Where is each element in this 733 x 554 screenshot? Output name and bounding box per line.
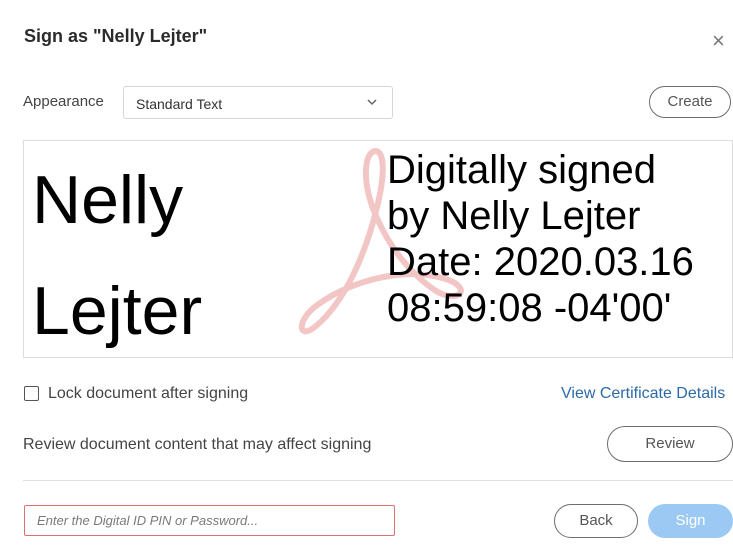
lock-document-label[interactable]: Lock document after signing	[48, 385, 248, 403]
signature-name-line-2: Lejter	[32, 272, 203, 349]
back-button[interactable]: Back	[554, 504, 638, 538]
pin-password-input[interactable]	[24, 505, 395, 536]
signature-detail-line: Date: 2020.03.16	[387, 240, 694, 284]
sign-button[interactable]: Sign	[648, 504, 733, 538]
divider	[23, 480, 733, 481]
signature-detail-line: by Nelly Lejter	[387, 194, 641, 238]
dialog-title: Sign as "Nelly Lejter"	[24, 26, 208, 46]
appearance-select[interactable]: Standard Text	[123, 86, 393, 119]
chevron-down-icon	[367, 99, 377, 106]
appearance-selected-value: Standard Text	[136, 96, 223, 112]
signature-name-line-1: Nelly	[32, 162, 184, 238]
signature-name: Nelly Lejter	[32, 145, 203, 357]
review-button[interactable]: Review	[607, 426, 733, 462]
lock-document-checkbox[interactable]	[24, 386, 39, 401]
create-button[interactable]: Create	[649, 86, 731, 118]
signature-details: Digitally signed by Nelly Lejter Date: 2…	[387, 147, 694, 331]
close-icon[interactable]: ×	[712, 30, 725, 52]
review-description: Review document content that may affect …	[23, 436, 372, 453]
signature-detail-line: 08:59:08 -04'00'	[387, 286, 672, 330]
signature-preview: Nelly Lejter Digitally signed by Nelly L…	[23, 140, 733, 358]
appearance-label: Appearance	[23, 93, 104, 110]
view-certificate-link[interactable]: View Certificate Details	[561, 385, 725, 403]
signature-detail-line: Digitally signed	[387, 148, 657, 192]
